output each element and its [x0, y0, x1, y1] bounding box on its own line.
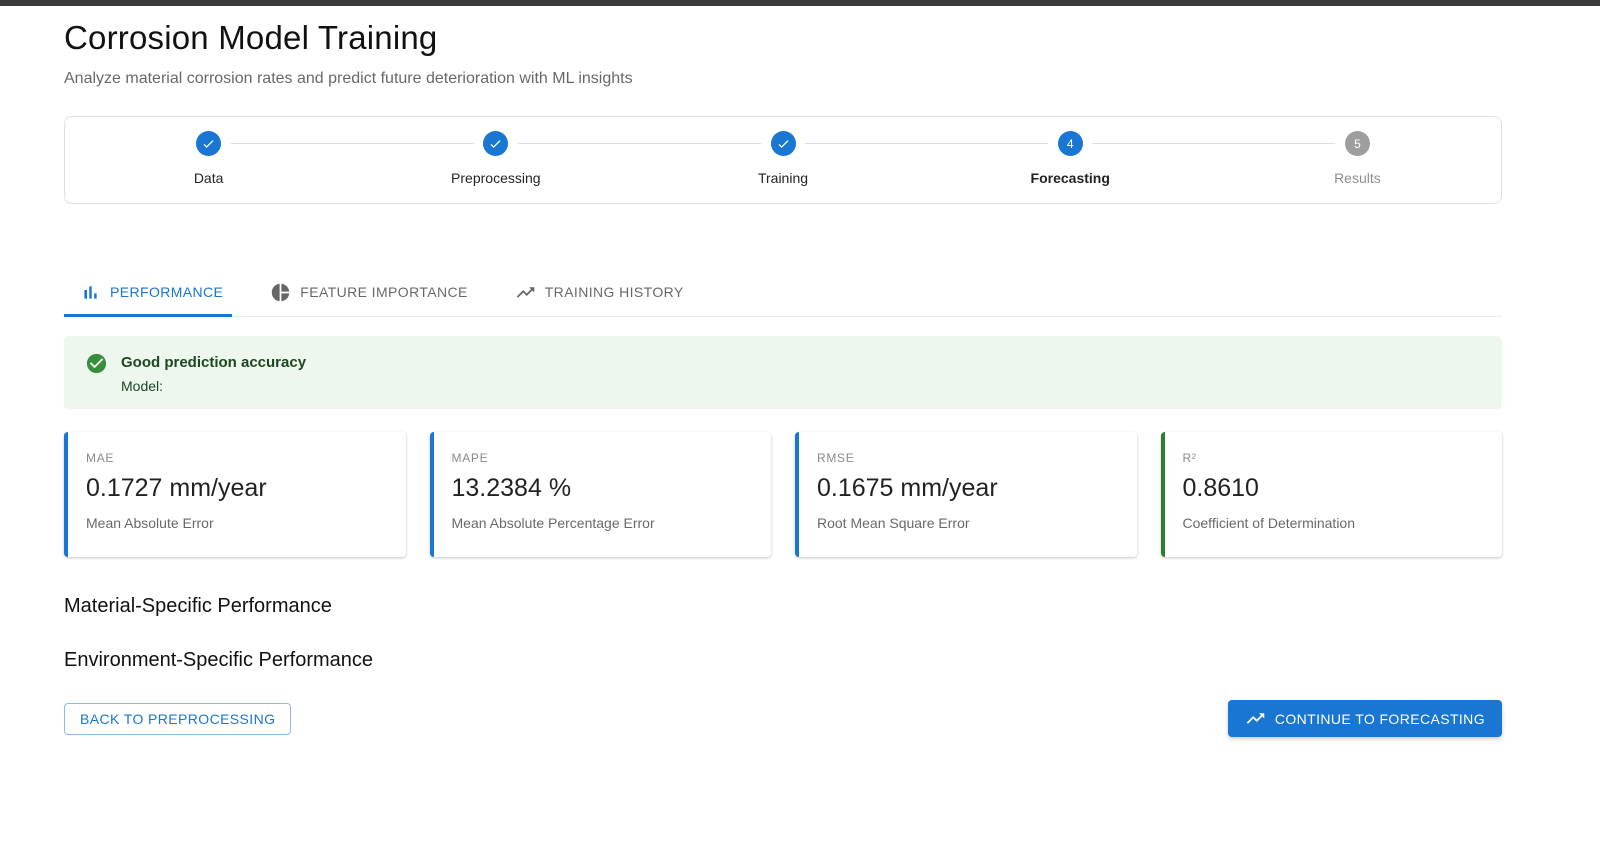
tab-performance[interactable]: PERFORMANCE — [64, 268, 239, 316]
step-training: Training — [639, 131, 926, 186]
step-label: Results — [1334, 170, 1381, 186]
material-performance-heading: Material-Specific Performance — [64, 595, 1502, 618]
metric-value: 0.8610 — [1183, 474, 1487, 503]
metric-caption: Mean Absolute Percentage Error — [452, 515, 756, 531]
step-data-check-icon — [196, 131, 221, 156]
metric-label: RMSE — [817, 451, 1121, 465]
step-training-check-icon — [771, 131, 796, 156]
tab-label: PERFORMANCE — [110, 284, 223, 300]
bar-chart-icon — [80, 282, 101, 303]
metric-caption: Mean Absolute Error — [86, 515, 390, 531]
step-forecasting: 4 Forecasting — [927, 131, 1214, 186]
step-results: 5 Results — [1214, 131, 1501, 186]
metric-card-rmse: RMSE 0.1675 mm/year Root Mean Square Err… — [795, 432, 1137, 557]
metric-cards: MAE 0.1727 mm/year Mean Absolute Error M… — [64, 432, 1502, 557]
step-preprocessing-check-icon — [483, 131, 508, 156]
step-connector — [1092, 143, 1335, 144]
step-connector — [805, 143, 1048, 144]
metric-value: 13.2384 % — [452, 474, 756, 503]
footer-actions: BACK TO PREPROCESSING CONTINUE TO FORECA… — [64, 700, 1502, 737]
step-label: Data — [194, 170, 224, 186]
window-top-edge — [0, 0, 1600, 6]
metric-card-r2: R² 0.8610 Coefficient of Determination — [1161, 432, 1503, 557]
metric-card-mape: MAPE 13.2384 % Mean Absolute Percentage … — [430, 432, 772, 557]
metric-caption: Root Mean Square Error — [817, 515, 1121, 531]
continue-button-label: CONTINUE TO FORECASTING — [1275, 711, 1485, 727]
stepper: Data Preprocessing Training 4 Forecastin… — [64, 116, 1502, 204]
step-data: Data — [65, 131, 352, 186]
main-content: Corrosion Model Training Analyze materia… — [64, 19, 1502, 737]
environment-performance-heading: Environment-Specific Performance — [64, 649, 1502, 672]
step-forecasting-number: 4 — [1058, 131, 1083, 156]
continue-to-forecasting-button[interactable]: CONTINUE TO FORECASTING — [1228, 700, 1502, 737]
trending-up-icon — [1245, 708, 1266, 729]
metric-label: MAE — [86, 451, 390, 465]
step-preprocessing: Preprocessing — [352, 131, 639, 186]
trending-up-icon — [515, 282, 536, 303]
metric-label: MAPE — [452, 451, 756, 465]
metric-caption: Coefficient of Determination — [1183, 515, 1487, 531]
step-connector — [231, 143, 474, 144]
tab-label: TRAINING HISTORY — [545, 284, 684, 300]
alert-content: Good prediction accuracy Model: — [121, 351, 306, 394]
step-label: Preprocessing — [451, 170, 541, 186]
tab-bar: PERFORMANCE FEATURE IMPORTANCE TRAINING … — [64, 268, 1502, 317]
check-circle-icon — [85, 352, 108, 375]
tab-training-history[interactable]: TRAINING HISTORY — [499, 268, 700, 316]
alert-title: Good prediction accuracy — [121, 351, 306, 371]
tab-feature-importance[interactable]: FEATURE IMPORTANCE — [254, 268, 483, 316]
step-label: Training — [758, 170, 808, 186]
alert-model-line: Model: — [121, 378, 306, 394]
step-results-number: 5 — [1345, 131, 1370, 156]
metric-card-mae: MAE 0.1727 mm/year Mean Absolute Error — [64, 432, 406, 557]
back-to-preprocessing-button[interactable]: BACK TO PREPROCESSING — [64, 703, 291, 735]
step-label: Forecasting — [1031, 170, 1110, 186]
metric-value: 0.1675 mm/year — [817, 474, 1121, 503]
pie-chart-icon — [270, 282, 291, 303]
metric-value: 0.1727 mm/year — [86, 474, 390, 503]
accuracy-alert: Good prediction accuracy Model: — [64, 336, 1502, 409]
metric-label: R² — [1183, 451, 1487, 465]
page-subtitle: Analyze material corrosion rates and pre… — [64, 70, 1502, 88]
page-title: Corrosion Model Training — [64, 19, 1502, 57]
active-tab-indicator — [64, 314, 232, 317]
tab-label: FEATURE IMPORTANCE — [300, 284, 467, 300]
step-connector — [518, 143, 761, 144]
